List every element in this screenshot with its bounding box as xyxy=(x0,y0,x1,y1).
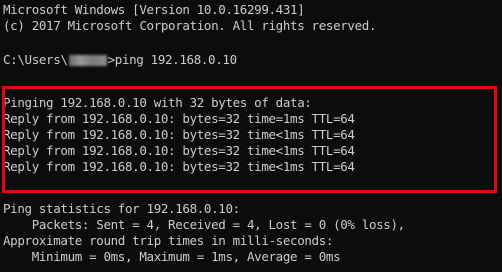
command-prompt-console[interactable]: Microsoft Windows [Version 10.0.16299.43… xyxy=(0,0,502,272)
ping-command: >ping 192.168.0.10 xyxy=(107,52,238,67)
reply-line: Reply from 192.168.0.10: bytes=32 time<1… xyxy=(3,143,355,158)
packets-summary-line: Packets: Sent = 4, Received = 4, Lost = … xyxy=(3,217,406,232)
round-trip-heading: Approximate round trip times in milli-se… xyxy=(3,233,334,248)
pinging-line: Pinging 192.168.0.10 with 32 bytes of da… xyxy=(3,95,312,110)
prompt-path-prefix: C:\Users\ xyxy=(3,52,68,67)
version-line: Microsoft Windows [Version 10.0.16299.43… xyxy=(3,2,305,17)
copyright-line: (c) 2017 Microsoft Corporation. All righ… xyxy=(3,18,377,33)
redacted-username xyxy=(68,55,107,66)
reply-line: Reply from 192.168.0.10: bytes=32 time=1… xyxy=(3,111,355,126)
reply-line: Reply from 192.168.0.10: bytes=32 time<1… xyxy=(3,159,355,174)
command-prompt-line: C:\Users\ >ping 192.168.0.10 xyxy=(3,52,237,68)
round-trip-times-line: Minimum = 0ms, Maximum = 1ms, Average = … xyxy=(3,249,341,264)
reply-line: Reply from 192.168.0.10: bytes=32 time<1… xyxy=(3,127,355,142)
ping-statistics-heading: Ping statistics for 192.168.0.10: xyxy=(3,201,240,216)
